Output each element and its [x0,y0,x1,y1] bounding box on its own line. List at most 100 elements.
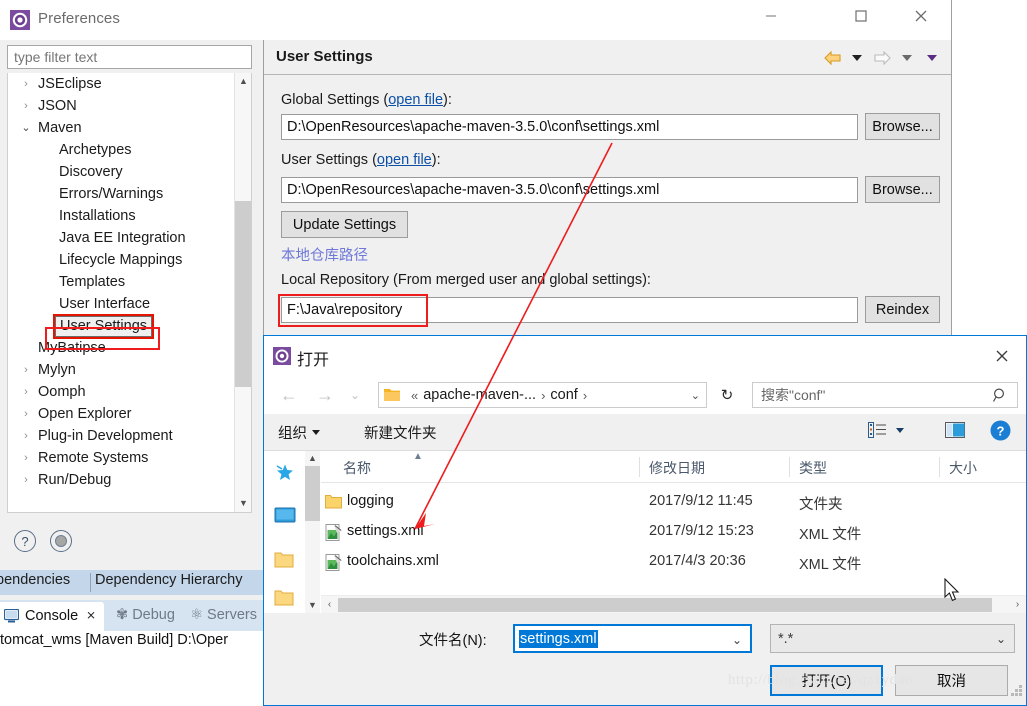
places-sidebar[interactable] [264,451,305,613]
close-icon[interactable]: ⨯ [86,608,96,622]
scroll-thumb[interactable] [235,201,251,387]
search-box[interactable]: 搜索"conf" [752,382,1018,408]
chevron-right-icon[interactable]: › [20,381,32,403]
restore-defaults-icon[interactable] [50,530,73,552]
user-settings-open-file-link[interactable]: open file [377,152,432,168]
favorites-star-icon[interactable] [274,463,296,483]
column-header-size[interactable]: 大小 [949,458,977,478]
tree-item-maven[interactable]: ⌄ Maven [8,117,234,139]
back-dropdown-icon[interactable] [846,49,868,67]
tree-item-discovery[interactable]: Discovery [8,161,234,183]
scroll-down-icon[interactable]: ▼ [235,495,251,512]
view-menu-icon[interactable] [921,49,943,67]
tree-item-java-ee-integration[interactable]: Java EE Integration [8,227,234,249]
global-settings-input[interactable] [281,114,858,140]
breadcrumb-segment-1[interactable]: conf [550,387,577,403]
chevron-right-icon[interactable]: › [20,73,32,95]
breadcrumb-segment-0[interactable]: apache-maven-... [423,387,536,403]
tree-scrollbar[interactable]: ▲ ▼ [234,73,251,512]
tab-console[interactable]: Console ⨯ [0,602,104,631]
chevron-right-icon[interactable]: › [20,447,32,469]
tree-item-user-interface[interactable]: User Interface [8,293,234,315]
desktop-icon[interactable] [274,507,296,527]
new-folder-button[interactable]: 新建文件夹 [364,422,437,443]
tree-item-json[interactable]: › JSON [8,95,234,117]
scroll-thumb-horizontal[interactable] [338,598,992,612]
tree-item-templates[interactable]: Templates [8,271,234,293]
recent-locations-icon[interactable]: ⌄ [342,382,368,408]
refresh-icon[interactable]: ↻ [715,382,739,408]
preferences-tree[interactable]: › JSEclipse › JSON ⌄ Maven Archetypes Discovery… [7,73,252,513]
search-input[interactable] [7,45,252,69]
update-settings-button[interactable]: Update Settings [281,211,408,238]
organize-button[interactable]: 组织 [278,422,320,443]
user-settings-browse-button[interactable]: Browse... [865,176,940,203]
places-scrollbar[interactable]: ▲ ▼ [305,451,320,613]
back-icon[interactable]: ← [276,382,302,408]
file-list-hscrollbar[interactable]: ‹ › [321,595,1026,613]
close-icon[interactable] [986,344,1018,368]
tree-item-lifecycle-mappings[interactable]: Lifecycle Mappings [8,249,234,271]
tree-item-mybatipse[interactable]: MyBatipse [8,337,234,359]
global-settings-open-file-link[interactable]: open file [388,92,443,108]
chevron-right-icon[interactable]: › [20,469,32,491]
chevron-down-icon[interactable]: ⌄ [20,117,32,139]
folder-icon[interactable] [274,551,296,571]
search-input[interactable]: 搜索"conf" [761,385,825,405]
tab-debug[interactable]: ✾ Debug [116,607,175,623]
preview-pane-icon[interactable] [945,422,965,438]
tree-item-run-debug[interactable]: › Run/Debug [8,469,234,491]
folder-icon-2[interactable] [274,589,296,609]
global-settings-browse-button[interactable]: Browse... [865,113,940,140]
column-header-type[interactable]: 类型 [799,458,827,478]
reindex-button[interactable]: Reindex [865,296,940,323]
minimize-icon[interactable] [748,0,793,32]
filename-input[interactable]: settings.xml ⌄ [513,624,752,653]
view-list-icon[interactable] [868,422,904,438]
table-row[interactable]: toolchains.xml 2017/4/3 20:36 XML 文件 [321,549,1026,577]
scroll-thumb[interactable] [305,466,320,521]
forward-dropdown-icon[interactable] [896,49,918,67]
scroll-up-icon[interactable]: ▲ [235,73,251,90]
column-header-date[interactable]: 修改日期 [649,458,705,478]
help-icon[interactable]: ? [14,530,36,552]
tree-item-plug-in-development[interactable]: › Plug-in Development [8,425,234,447]
tree-item-open-explorer[interactable]: › Open Explorer [8,403,234,425]
chevron-down-icon[interactable]: ⌄ [691,389,700,402]
tree-item-oomph[interactable]: › Oomph [8,381,234,403]
breadcrumb[interactable]: « apache-maven-... › conf › ⌄ [378,382,707,408]
filetype-select[interactable]: *.* ⌄ [770,624,1015,653]
forward-arrow-icon[interactable] [871,49,893,67]
chevron-right-icon[interactable]: › [20,95,32,117]
user-settings-input[interactable] [281,177,858,203]
tree-item-installations[interactable]: Installations [8,205,234,227]
tree-item-jseclipse[interactable]: › JSEclipse [8,73,234,95]
local-repository-input[interactable] [281,297,858,323]
table-row[interactable]: settings.xml 2017/9/12 15:23 XML 文件 [321,519,1026,547]
chevron-down-icon[interactable]: ⌄ [732,633,742,647]
maximize-icon[interactable] [838,0,883,32]
tree-item-remote-systems[interactable]: › Remote Systems [8,447,234,469]
chevron-right-icon[interactable]: › [20,359,32,381]
filename-value[interactable]: settings.xml [519,629,598,648]
chevron-right-icon[interactable]: › [20,403,32,425]
tree-item-archetypes[interactable]: Archetypes [8,139,234,161]
chevron-down-icon-2[interactable]: ⌄ [996,632,1006,646]
forward-icon[interactable]: → [312,382,338,408]
filetype-value[interactable]: *.* [778,631,793,647]
scroll-down-icon[interactable]: ▼ [305,598,320,613]
scroll-left-icon[interactable]: ‹ [321,596,338,613]
column-header-name[interactable]: 名称 [343,458,371,478]
table-row[interactable]: logging 2017/9/12 11:45 文件夹 [321,489,1026,517]
tree-item-user-settings[interactable]: User Settings [8,314,234,339]
back-arrow-icon[interactable] [821,49,843,67]
tree-item-errors-warnings[interactable]: Errors/Warnings [8,183,234,205]
resize-grip-icon[interactable] [1009,683,1023,702]
tab-dependency-hierarchy[interactable]: Dependency Hierarchy [95,572,243,588]
help-icon[interactable]: ? [990,420,1011,441]
chevron-right-icon[interactable]: › [20,425,32,447]
close-icon[interactable] [898,0,943,32]
tree-item-mylyn[interactable]: › Mylyn [8,359,234,381]
scroll-right-icon[interactable]: › [1009,596,1026,613]
tab-dependencies[interactable]: pendencies [0,572,70,588]
